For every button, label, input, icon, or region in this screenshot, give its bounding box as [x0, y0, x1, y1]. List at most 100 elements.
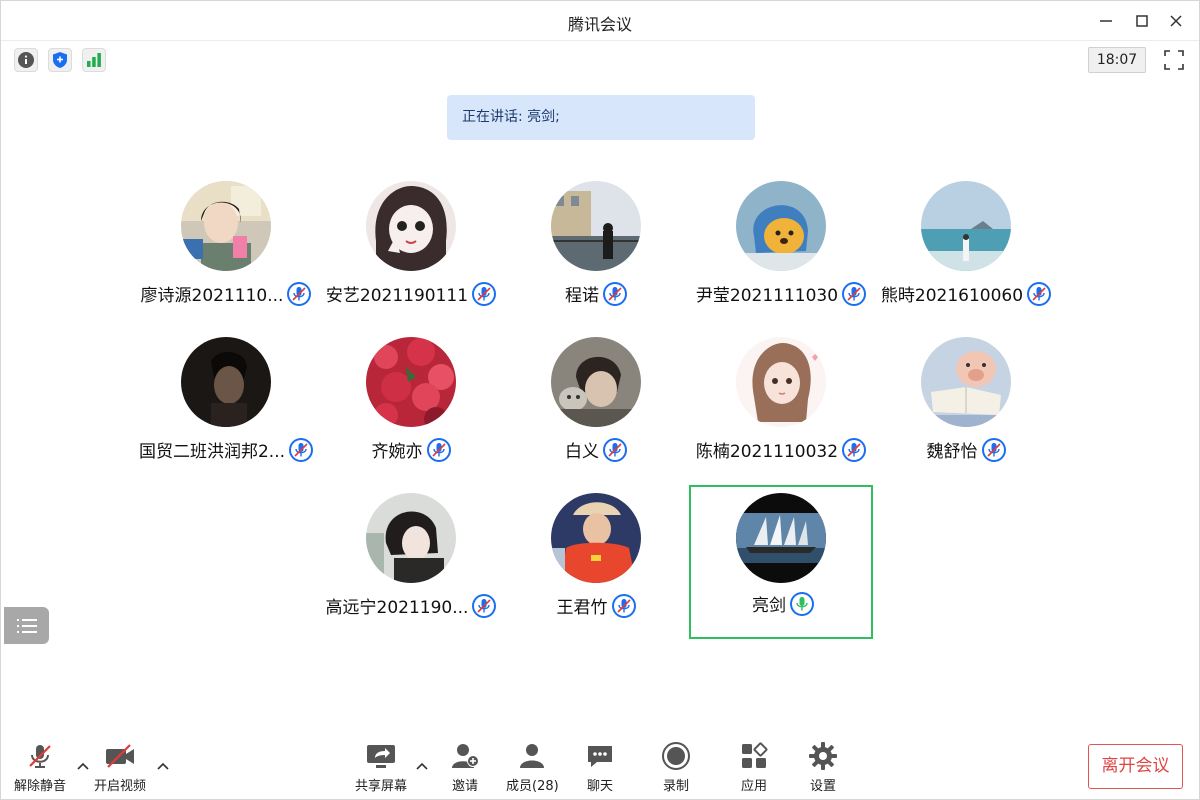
mic-muted-icon: [289, 437, 314, 462]
participant-tile[interactable]: 安艺2021190111: [319, 181, 503, 335]
avatar: [921, 337, 1011, 427]
avatar: [366, 337, 456, 427]
participant-tile[interactable]: 熊時2021610060: [874, 181, 1058, 335]
participant-tile[interactable]: 王君竹: [504, 493, 688, 647]
avatar: [736, 337, 826, 427]
share-screen-label: 共享屏幕: [355, 779, 408, 794]
mic-muted-icon: [1027, 281, 1052, 306]
chat-label: 聊天: [586, 779, 613, 794]
chevron-up-icon[interactable]: [76, 759, 90, 773]
participant-tile[interactable]: 齐婉亦: [319, 337, 503, 491]
participant-name: 熊時2021610060: [880, 286, 1024, 306]
start-video-label: 开启视频: [94, 779, 147, 794]
participant-name: 尹莹2021111030: [695, 286, 839, 306]
mic-muted-icon: [426, 437, 451, 462]
shield-icon: [53, 52, 67, 68]
minimize-icon: [1100, 20, 1112, 22]
participant-name: 廖诗源2021110...: [140, 286, 284, 306]
participant-name: 国贸二班洪润邦2...: [138, 442, 286, 462]
participant-name: 程诺: [565, 286, 599, 306]
mic-muted-icon: [842, 437, 867, 462]
chat-icon: [588, 746, 612, 767]
minimize-button[interactable]: [1094, 9, 1118, 33]
apps-icon: [742, 742, 768, 768]
fullscreen-icon: [1164, 50, 1184, 70]
participant-name: 亮剑: [752, 596, 786, 616]
video-off-icon: [106, 744, 134, 768]
avatar: [366, 181, 456, 271]
participant-name: 魏舒怡: [926, 442, 978, 462]
avatar: [551, 493, 641, 583]
participant-tile[interactable]: 高远宁2021190...: [319, 493, 503, 647]
leave-meeting-button[interactable]: 离开会议: [1088, 744, 1183, 789]
record-button[interactable]: 录制: [659, 741, 693, 794]
network-status-button[interactable]: [82, 48, 106, 72]
avatar: [181, 181, 271, 271]
chevron-up-icon[interactable]: [156, 759, 170, 773]
avatar: [366, 493, 456, 583]
participant-tile[interactable]: 白义: [504, 337, 688, 491]
participant-tile[interactable]: 陈楠2021110032: [689, 337, 873, 491]
invite-label: 邀请: [451, 779, 478, 794]
participant-tile[interactable]: 程诺: [504, 181, 688, 335]
mic-active-icon: [790, 591, 814, 616]
settings-button[interactable]: 设置: [806, 741, 840, 794]
avatar: [551, 337, 641, 427]
members-label: 成员(28): [506, 779, 559, 794]
unmute-button[interactable]: 解除静音: [14, 741, 66, 794]
info-icon: [18, 52, 34, 68]
fullscreen-button[interactable]: [1161, 47, 1187, 73]
apps-label: 应用: [740, 779, 767, 794]
avatar: [181, 337, 271, 427]
security-button[interactable]: [48, 48, 72, 72]
maximize-button[interactable]: [1130, 9, 1154, 33]
record-label: 录制: [662, 779, 689, 794]
meeting-window: 腾讯会议 18:07 正在讲话: 亮剑; 廖诗源2021110... 安艺202…: [0, 0, 1200, 800]
avatar: [736, 181, 826, 271]
gear-icon: [809, 742, 837, 770]
mic-muted-icon: [472, 593, 497, 618]
apps-button[interactable]: 应用: [737, 741, 771, 794]
mic-off-icon: [29, 745, 51, 768]
unmute-label: 解除静音: [14, 779, 67, 794]
chevron-up-icon[interactable]: [415, 759, 429, 773]
mic-muted-icon: [603, 437, 627, 462]
record-icon: [662, 742, 690, 770]
members-icon: [520, 744, 545, 768]
participant-tile[interactable]: 魏舒怡: [874, 337, 1058, 491]
invite-button[interactable]: 邀请: [448, 741, 482, 794]
share-screen-icon: [367, 745, 395, 768]
participant-name: 高远宁2021190...: [325, 598, 469, 618]
settings-label: 设置: [809, 779, 836, 794]
close-button[interactable]: [1164, 9, 1188, 33]
participant-tile[interactable]: 国贸二班洪润邦2...: [134, 337, 318, 491]
start-video-button[interactable]: 开启视频: [94, 741, 146, 794]
window-title: 腾讯会议: [567, 15, 632, 34]
participant-name: 安艺2021190111: [325, 286, 469, 306]
chat-button[interactable]: 聊天: [583, 741, 617, 794]
share-screen-button[interactable]: 共享屏幕: [355, 741, 407, 794]
meeting-clock: 18:07: [1088, 47, 1146, 73]
avatar: [551, 181, 641, 271]
signal-bars-icon: [87, 53, 101, 67]
mic-muted-icon: [842, 281, 867, 306]
participant-tile[interactable]: 尹莹2021111030: [689, 181, 873, 335]
title-bar: 腾讯会议: [1, 1, 1199, 41]
participant-tile-speaking[interactable]: 亮剑: [689, 485, 873, 639]
mic-muted-icon: [611, 593, 636, 618]
members-button[interactable]: 成员(28): [506, 741, 559, 794]
close-icon: [1170, 15, 1182, 27]
mic-muted-icon: [472, 281, 497, 306]
mic-muted-icon: [287, 281, 312, 306]
avatar: [921, 181, 1011, 271]
participant-list-toggle[interactable]: [4, 607, 49, 644]
participant-name: 王君竹: [556, 598, 608, 618]
list-icon: [16, 618, 37, 633]
meeting-info-button[interactable]: [14, 48, 38, 72]
participant-name: 陈楠2021110032: [695, 442, 839, 462]
participant-tile[interactable]: 廖诗源2021110...: [134, 181, 318, 335]
add-user-icon: [452, 744, 479, 768]
maximize-icon: [1136, 15, 1148, 27]
avatar: [736, 493, 826, 583]
mic-muted-icon: [603, 281, 627, 306]
